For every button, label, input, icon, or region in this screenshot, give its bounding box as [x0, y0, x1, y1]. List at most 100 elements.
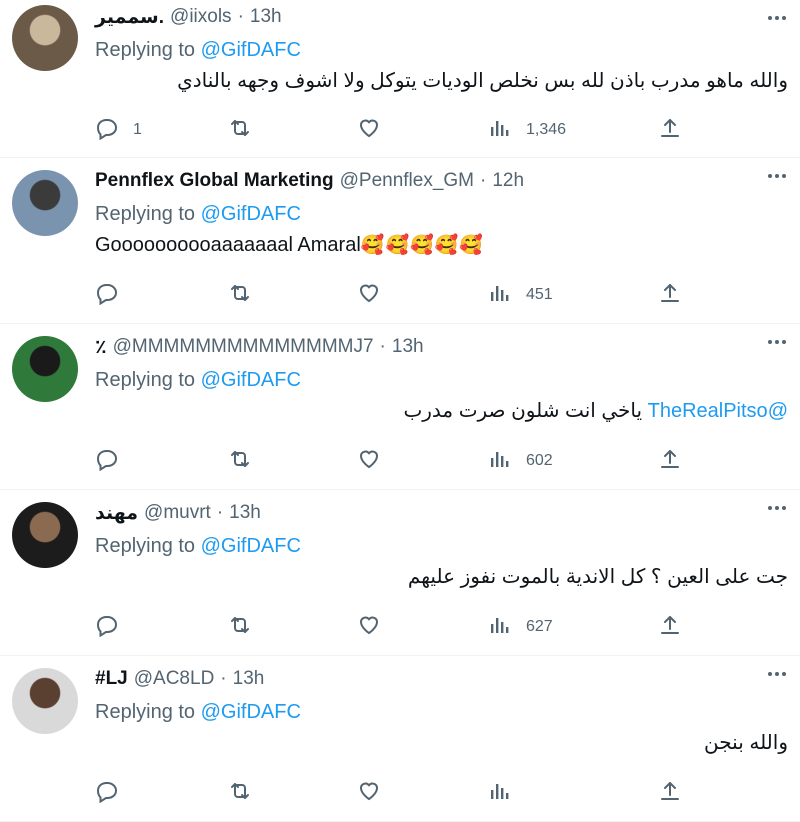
avatar[interactable] [12, 668, 78, 734]
reply-tweet[interactable]: سممير. @iixols · 13h Replying to @GifDAF… [0, 0, 800, 158]
tweet-body: والله ماهو مدرب باذن لله بس نخلص الوديات… [177, 70, 788, 92]
display-name[interactable]: #LJ [95, 668, 128, 690]
timestamp[interactable]: 13h [250, 6, 282, 28]
emoji-group: 🥰🥰🥰🥰🥰 [360, 235, 485, 256]
separator-dot: · [220, 668, 227, 689]
like-icon [357, 613, 381, 642]
retweet-button[interactable] [228, 117, 266, 143]
like-icon [357, 281, 381, 310]
views-count: 451 [526, 286, 553, 303]
replying-to-mention[interactable]: @GifDAFC [201, 701, 301, 723]
timestamp[interactable]: 13h [392, 336, 424, 358]
retweet-button[interactable] [228, 780, 266, 806]
display-name[interactable]: Pennflex Global Marketing [95, 170, 334, 192]
replying-label: Replying to [95, 535, 201, 557]
replying-label: Replying to [95, 203, 201, 225]
reply-icon [95, 613, 119, 642]
display-name[interactable]: مهند [95, 502, 138, 525]
user-handle[interactable]: @AC8LD [134, 668, 215, 690]
replying-to-mention[interactable]: @GifDAFC [201, 369, 301, 391]
share-icon [658, 779, 682, 808]
user-handle[interactable]: @Pennflex_GM [340, 170, 474, 192]
tweet-body: جت على العين ؟ كل الاندية بالموت نفوز عل… [407, 566, 788, 588]
tweet-text: جت على العين ؟ كل الاندية بالموت نفوز عل… [95, 562, 788, 596]
retweet-icon [228, 613, 252, 642]
reply-icon [95, 281, 119, 310]
reply-button[interactable] [95, 448, 133, 474]
action-bar: 1 1,346 [95, 117, 680, 143]
reply-tweet[interactable]: Pennflex Global Marketing @Pennflex_GM ·… [0, 158, 800, 324]
separator-dot: · [480, 170, 487, 191]
reply-icon [95, 447, 119, 476]
replying-to: Replying to @GifDAFC [95, 198, 788, 230]
avatar[interactable] [12, 5, 78, 71]
reply-count: 1 [133, 121, 142, 138]
like-button[interactable] [357, 448, 395, 474]
retweet-button[interactable] [228, 282, 266, 308]
timestamp[interactable]: 13h [233, 668, 265, 690]
tweet-body: ياخي انت شلون صرت مدرب [403, 400, 648, 422]
separator-dot: · [216, 502, 224, 523]
replying-label: Replying to [95, 39, 201, 61]
timestamp[interactable]: 12h [492, 170, 524, 192]
like-button[interactable] [357, 614, 395, 640]
replying-to: Replying to @GifDAFC [95, 696, 788, 728]
reply-button[interactable] [95, 780, 133, 806]
share-button[interactable] [658, 117, 682, 143]
share-icon [658, 281, 682, 310]
views-button[interactable]: 1,346 [488, 117, 566, 143]
reply-button[interactable] [95, 614, 133, 640]
like-button[interactable] [357, 282, 395, 308]
retweet-icon [228, 281, 252, 310]
avatar[interactable] [12, 170, 78, 236]
display-name[interactable]: ٪ [95, 336, 107, 359]
views-icon [488, 116, 512, 145]
replying-to: Replying to @GifDAFC [95, 530, 788, 562]
tweet-body: Goooooooooaaaaaaal Amaral [95, 234, 361, 256]
reply-tweet[interactable]: ٪ @MMMMMMMMMMMMMMJ7 · 13h Replying to @G… [0, 324, 800, 490]
display-name[interactable]: سممير. [95, 6, 164, 29]
reply-button[interactable] [95, 282, 133, 308]
retweet-button[interactable] [228, 448, 266, 474]
like-button[interactable] [357, 117, 395, 143]
action-bar: 602 [95, 448, 680, 474]
reply-icon [95, 779, 119, 808]
reply-button[interactable]: 1 [95, 117, 142, 143]
share-button[interactable] [658, 282, 682, 308]
replying-to-mention[interactable]: @GifDAFC [201, 39, 301, 61]
tweet-text: والله بنجن [95, 728, 788, 762]
user-handle[interactable]: @muvrt [144, 502, 211, 524]
share-icon [658, 613, 682, 642]
share-button[interactable] [658, 614, 682, 640]
timestamp[interactable]: 13h [229, 502, 261, 524]
tweet-text: @TheRealPitso ياخي انت شلون صرت مدرب [95, 396, 788, 430]
user-handle[interactable]: @MMMMMMMMMMMMMMJ7 [113, 336, 374, 358]
replying-to-mention[interactable]: @GifDAFC [201, 535, 301, 557]
views-icon [488, 447, 512, 476]
like-icon [357, 447, 381, 476]
reply-icon [95, 116, 119, 145]
avatar[interactable] [12, 336, 78, 402]
separator-dot: · [237, 6, 244, 27]
retweet-icon [228, 447, 252, 476]
views-button[interactable] [488, 780, 526, 806]
user-handle[interactable]: @iixols [170, 6, 232, 28]
views-button[interactable]: 627 [488, 614, 553, 640]
views-button[interactable]: 451 [488, 282, 553, 308]
share-icon [658, 447, 682, 476]
tweet-text: Goooooooooaaaaaaal Amaral🥰🥰🥰🥰🥰 [95, 230, 788, 264]
avatar[interactable] [12, 502, 78, 568]
views-count: 602 [526, 452, 553, 469]
retweet-button[interactable] [228, 614, 266, 640]
tweet-body: والله بنجن [704, 732, 788, 754]
text-mention[interactable]: @TheRealPitso [648, 400, 788, 422]
action-bar: 451 [95, 282, 680, 308]
tweet-text: والله ماهو مدرب باذن لله بس نخلص الوديات… [95, 66, 788, 100]
replying-to-mention[interactable]: @GifDAFC [201, 203, 301, 225]
like-button[interactable] [357, 780, 395, 806]
reply-tweet[interactable]: #LJ @AC8LD · 13h Replying to @GifDAFC وا… [0, 656, 800, 822]
reply-tweet[interactable]: مهند @muvrt · 13h Replying to @GifDAFC ج… [0, 490, 800, 656]
share-button[interactable] [658, 448, 682, 474]
share-button[interactable] [658, 780, 682, 806]
views-button[interactable]: 602 [488, 448, 553, 474]
